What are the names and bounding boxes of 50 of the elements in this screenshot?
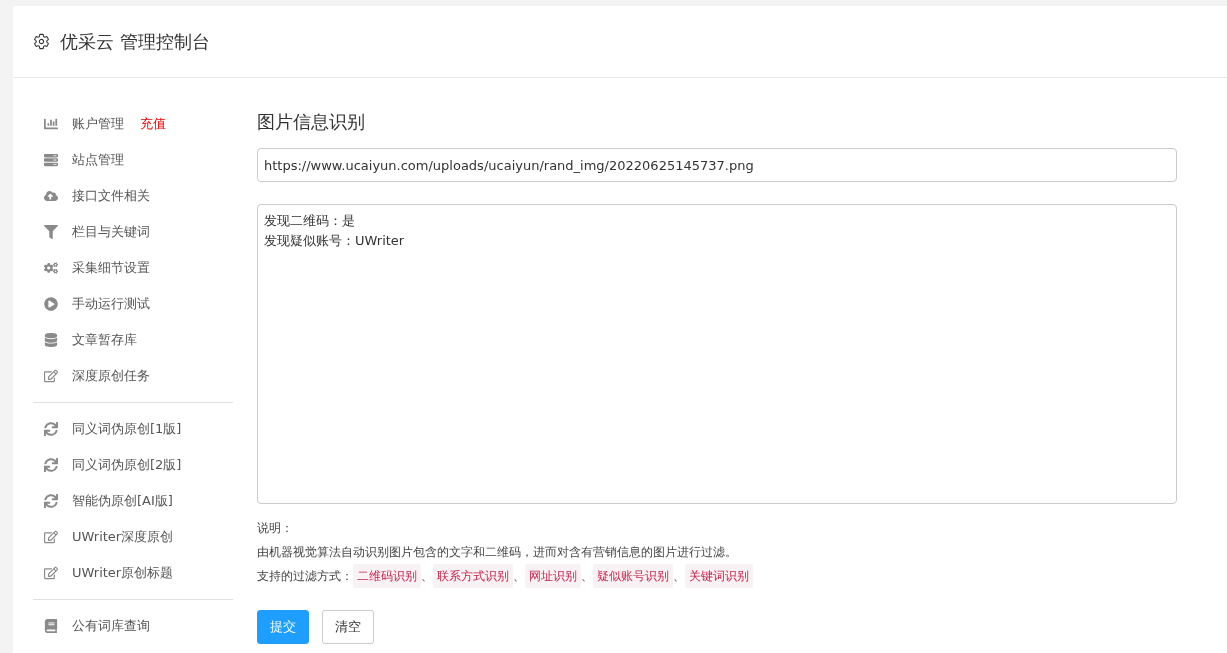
edit-icon [44,566,60,580]
sidebar-item[interactable]: 采集细节设置 [33,250,233,286]
item-label: 账户管理 [72,115,124,133]
filter-tag: 网址识别 [525,564,581,588]
sidebar-item[interactable]: 同义词伪原创[2版] [33,447,233,483]
sidebar-item[interactable]: 深度原创任务 [33,358,233,394]
notes-heading: 说明： [257,520,294,537]
recharge-link[interactable]: 充值 [140,115,166,133]
sidebar-item[interactable]: UWriter原创标题 [33,555,233,591]
bar-chart-icon [44,117,60,131]
sidebar-item[interactable]: 栏目与关键词 [33,214,233,250]
filter-tag: 二维码识别 [353,564,421,588]
filter-tag: 联系方式识别 [433,564,513,588]
server-icon [44,153,60,167]
result-line: 发现二维码：是 [264,212,356,230]
sidebar-item[interactable]: 智能伪原创[AI版] [33,483,233,519]
filter-tag: 疑似账号识别 [593,564,673,588]
page-title: 优采云 管理控制台 [60,29,210,54]
description-text: 由机器视觉算法自动识别图片包含的文字和二维码，进而对含有营销信息的图片进行过滤。 [257,544,738,561]
result-box[interactable]: 发现二维码：是 发现疑似账号：UWriter [257,204,1177,504]
play-icon [44,297,60,311]
gears-icon [44,261,60,275]
refresh-icon [44,494,60,508]
sidebar-item[interactable]: 公有词库查询 [33,608,233,644]
sidebar-item[interactable]: 手动运行测试 [33,286,233,322]
edit-icon [44,369,60,383]
clear-button[interactable]: 清空 [322,610,374,644]
url-field[interactable]: https://www.ucaiyun.com/uploads/ucaiyun/rand_img/20220625145737.png [257,148,1177,182]
book-icon [44,619,60,633]
separator: 、 [581,568,593,585]
sidebar-item[interactable]: UWriter深度原创 [33,519,233,555]
filter-icon [44,225,60,239]
separator: 、 [421,568,433,585]
refresh-icon [44,422,60,436]
filter-tag: 关键词识别 [685,564,753,588]
settings-icon [33,33,50,50]
sidebar-item[interactable]: 同义词伪原创[1版] [33,411,233,447]
sidebar-item[interactable]: 文章暂存库 [33,322,233,358]
separator: 、 [673,568,685,585]
cloud-upload-icon [44,189,60,203]
refresh-icon [44,458,60,472]
section-title: 图片信息识别 [257,110,366,134]
sidebar-item[interactable]: 接口文件相关 [33,178,233,214]
database-icon [44,333,60,347]
result-line: 发现疑似账号：UWriter [264,232,406,250]
sidebar-item[interactable]: 站点管理 [33,142,233,178]
sidebar-item[interactable]: 账户管理 充值 [33,106,233,142]
edit-icon [44,530,60,544]
filters-label: 支持的过滤方式： [257,568,353,585]
separator: 、 [513,568,525,585]
